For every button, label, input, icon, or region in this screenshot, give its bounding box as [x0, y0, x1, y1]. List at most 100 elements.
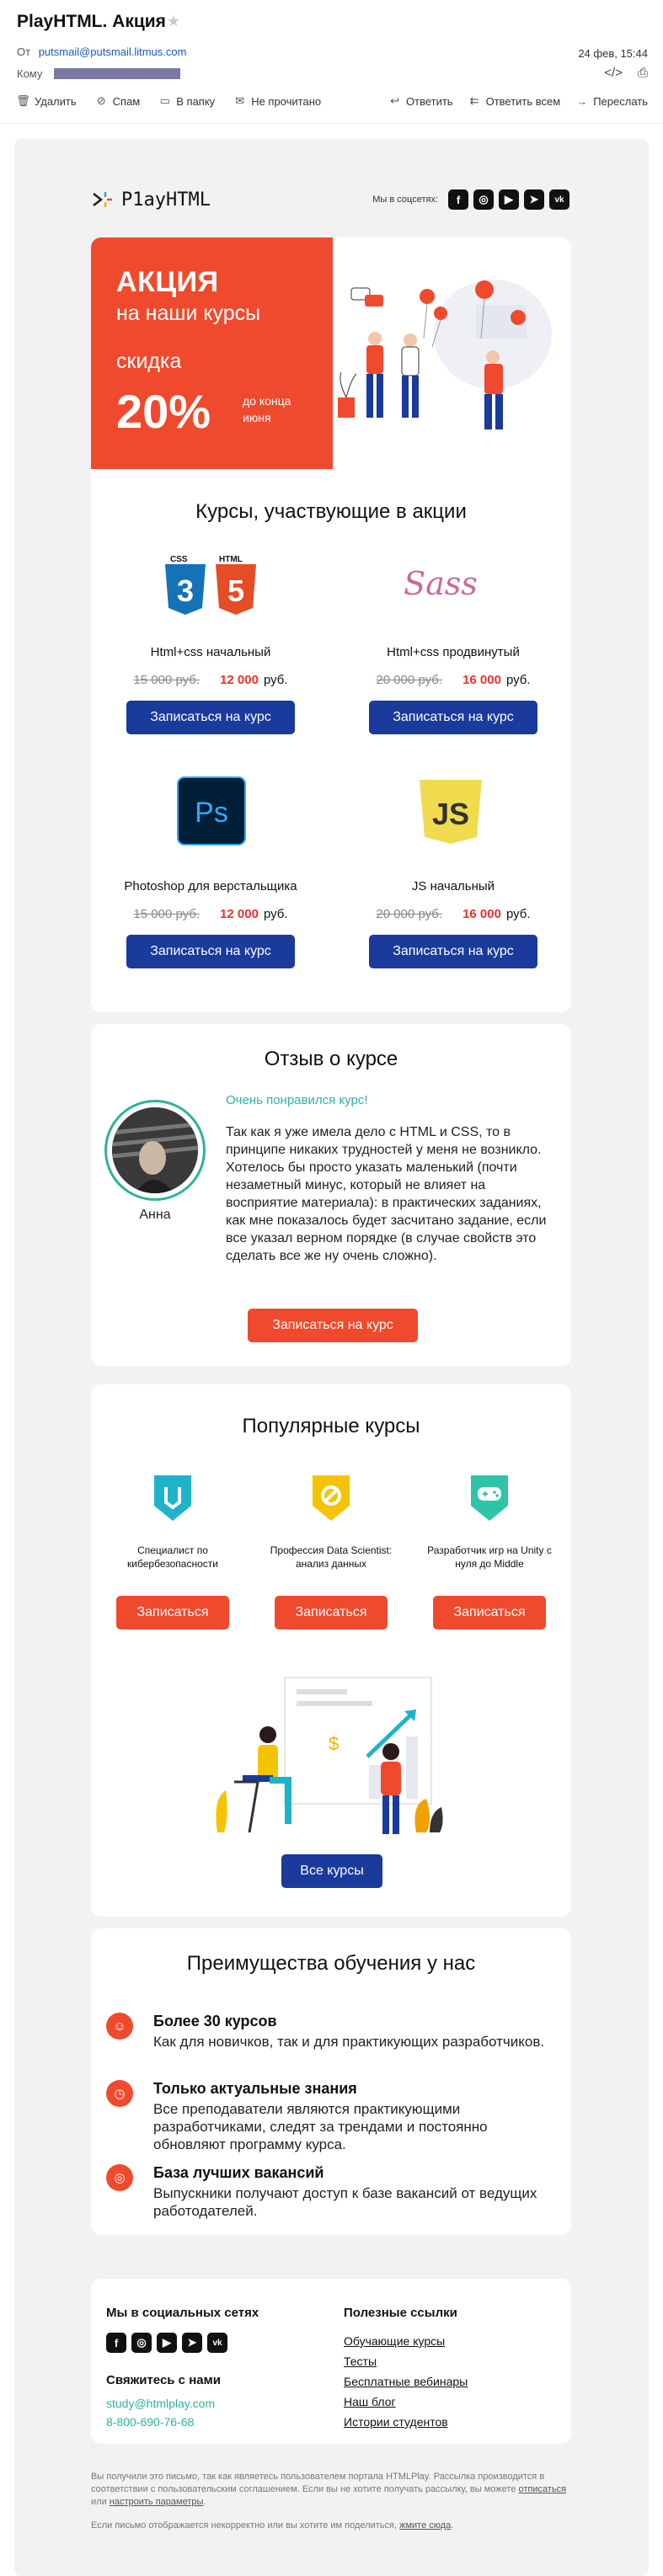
sass-icon-label: Sass: [404, 565, 477, 602]
footer-card: Мы в социальных сетях f ◎ ▶ ➤ vk Свяжите…: [91, 2279, 571, 2444]
enroll-button[interactable]: Записаться на курс: [126, 701, 295, 734]
folder-icon: ▭: [159, 94, 170, 107]
footer-link[interactable]: Наш блог: [344, 2395, 396, 2408]
instagram-icon[interactable]: ◎: [473, 189, 494, 210]
popular-title: Популярные курсы: [242, 1415, 420, 1437]
course-prices: 15 000 руб. 12 000 руб.: [118, 673, 303, 687]
currency: руб.: [263, 673, 288, 687]
new-price: 16 000: [462, 907, 501, 921]
telegram-icon[interactable]: ➤: [524, 189, 544, 210]
advantage-item: ◷ Только актуальные знания Все преподава…: [106, 2080, 553, 2156]
vk-icon[interactable]: vk: [549, 189, 569, 210]
advantage-title: Только актуальные знания: [153, 2080, 357, 2097]
currency: руб.: [505, 907, 531, 921]
star-icon[interactable]: ★: [167, 13, 180, 30]
svg-text:3: 3: [177, 573, 194, 608]
unsubscribe-link[interactable]: отписаться: [519, 2484, 567, 2494]
avatar-photo: [112, 1107, 198, 1193]
delete-label: Удалить: [35, 94, 77, 108]
popular-enroll-button[interactable]: Записаться: [116, 1596, 229, 1629]
popular-enroll-button[interactable]: Записаться: [433, 1596, 546, 1629]
advantage-item: ◎ База лучших вакансий Выпускники получа…: [106, 2164, 553, 2223]
js-icon-label: JS: [432, 797, 469, 831]
footer-email[interactable]: study@htmlplay.com: [106, 2397, 215, 2410]
old-price: 20 000 руб.: [376, 907, 443, 921]
all-courses-button[interactable]: Все курсы: [281, 1854, 382, 1888]
currency: руб.: [505, 673, 531, 687]
svg-text:$: $: [329, 1733, 339, 1754]
course-card: JS начальный 20 000 руб. 16 000 руб. Запис…: [361, 879, 546, 968]
enroll-button[interactable]: Записаться на курс: [369, 935, 537, 968]
mail-subject: PlayHTML. Акция: [17, 12, 166, 31]
spam-button[interactable]: ⊘ Спам: [95, 94, 141, 108]
javascript-icon: JS: [420, 780, 482, 844]
delete-button[interactable]: 🗑 Удалить: [16, 94, 77, 108]
reply-actions: ↩ Ответить ⇇ Ответить всем → Переслать: [373, 94, 648, 108]
review-title: Отзыв о курсе: [264, 1048, 398, 1070]
mark-unread-button[interactable]: ✉ Не прочитано: [233, 94, 321, 108]
footer-contact-title: Свяжитесь с нами: [106, 2373, 221, 2387]
print-icon[interactable]: ⎙: [638, 66, 648, 80]
divider: [0, 123, 663, 124]
instagram-icon[interactable]: ◎: [131, 2333, 152, 2353]
currency: руб.: [263, 907, 288, 921]
folder-label: В папку: [176, 94, 216, 108]
brand-bar: P1ayHTML Мы в соцсетях: f ◎ ▶ ➤ vk: [91, 187, 569, 212]
photoshop-icon: Ps: [177, 776, 246, 845]
advantages-title: Преимущества обучения у нас: [186, 1952, 476, 1975]
settings-link[interactable]: настроить параметры: [110, 2497, 204, 2507]
old-price: 20 000 руб.: [376, 673, 443, 687]
reply-all-button[interactable]: ⇇ Ответить всем: [468, 94, 561, 108]
block-icon: ⊘: [96, 94, 106, 107]
popular-course-name: Разработчик игр на Unity с нуля до Middl…: [427, 1544, 552, 1570]
disclaimer-or: или: [91, 2497, 107, 2507]
forward-label: Переслать: [593, 94, 648, 108]
footer-links-title: Полезные ссылки: [344, 2306, 457, 2320]
promo-banner: АКЦИЯ на наши курсы скидка 20% до конца …: [91, 237, 333, 469]
spam-label: Спам: [112, 94, 141, 108]
sass-icon: Sass: [404, 565, 477, 602]
forward-button[interactable]: → Переслать: [575, 95, 648, 108]
social-label: Мы в соцсетях:: [372, 195, 438, 205]
youtube-icon[interactable]: ▶: [499, 189, 519, 210]
new-price: 16 000: [462, 673, 501, 687]
html-icon-label: HTML: [219, 555, 243, 564]
review-author: Анна: [139, 1208, 171, 1222]
from-address[interactable]: putsmail@putsmail.litmus.com: [39, 45, 187, 58]
footer-phone[interactable]: 8-800-690-76-68: [106, 2415, 194, 2429]
person-photo-icon: [112, 1107, 198, 1193]
mail-from-row: От putsmail@putsmail.litmus.com: [17, 45, 186, 58]
smile-icon: ☺: [106, 2013, 133, 2040]
vk-icon[interactable]: vk: [207, 2333, 227, 2353]
gamepad-icon: [471, 1475, 508, 1521]
banner-percent: 20%: [116, 385, 211, 438]
banner-title: АКЦИЯ: [116, 266, 219, 298]
view-online-text: Если письмо отображается некорректно или…: [91, 2520, 398, 2531]
popular-enroll-button[interactable]: Записаться: [275, 1596, 388, 1629]
review-text: Так как я уже имела дело с HTML и CSS, т…: [226, 1125, 547, 1263]
advantage-item: ☺ Более 30 курсов Как для новичков, так …: [106, 2013, 553, 2072]
footer-view-online: Если письмо отображается некорректно или…: [91, 2520, 454, 2531]
telegram-icon[interactable]: ➤: [182, 2333, 202, 2353]
enroll-button[interactable]: Записаться на курс: [369, 701, 537, 734]
header-actions: </> ⎙: [604, 66, 648, 80]
footer-link[interactable]: Тесты: [344, 2355, 377, 2368]
footer-link[interactable]: Бесплатные вебинары: [344, 2375, 468, 2388]
reply-button[interactable]: ↩ Ответить: [388, 94, 453, 108]
review-enroll-button[interactable]: Записаться на курс: [248, 1309, 418, 1342]
disclaimer-text: Вы получили это письмо, так как являетес…: [91, 2472, 545, 2494]
mail-header: PlayHTML. Акция ★ От putsmail@putsmail.l…: [0, 0, 663, 139]
logo[interactable]: P1ayHTML: [91, 189, 211, 211]
youtube-icon[interactable]: ▶: [157, 2333, 177, 2353]
footer-link[interactable]: Обучающие курсы: [344, 2334, 445, 2348]
footer-link[interactable]: Истории студентов: [344, 2415, 448, 2429]
enroll-button[interactable]: Записаться на курс: [126, 935, 295, 968]
mail-toolbar: 🗑 Удалить ⊘ Спам ▭ В папку ✉ Не прочитано ↩ О…: [16, 91, 648, 111]
move-to-folder-button[interactable]: ▭ В папку: [158, 94, 216, 108]
facebook-icon[interactable]: f: [448, 189, 468, 210]
course-card: Photoshop для верстальщика 15 000 руб. 12…: [118, 879, 303, 968]
code-icon[interactable]: </>: [604, 66, 623, 80]
facebook-icon[interactable]: f: [106, 2333, 126, 2353]
view-online-link[interactable]: жмите сюда: [399, 2520, 451, 2531]
css-icon-label: CSS: [170, 555, 188, 564]
